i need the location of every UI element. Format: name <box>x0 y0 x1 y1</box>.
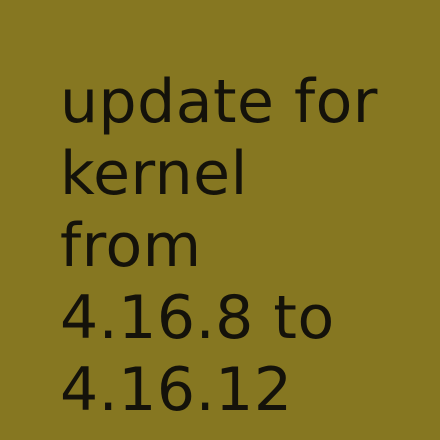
message-line-2: kernel <box>60 139 248 209</box>
message-line-5: 4.16.12 <box>60 355 293 425</box>
image-card: update for kernel from 4.16.8 to 4.16.12 <box>0 0 440 440</box>
message-line-4: 4.16.8 to <box>60 283 335 353</box>
message-line-3: from <box>60 211 202 281</box>
update-message: update for kernel from 4.16.8 to 4.16.12 <box>60 66 430 426</box>
message-line-1: update for <box>60 67 378 137</box>
